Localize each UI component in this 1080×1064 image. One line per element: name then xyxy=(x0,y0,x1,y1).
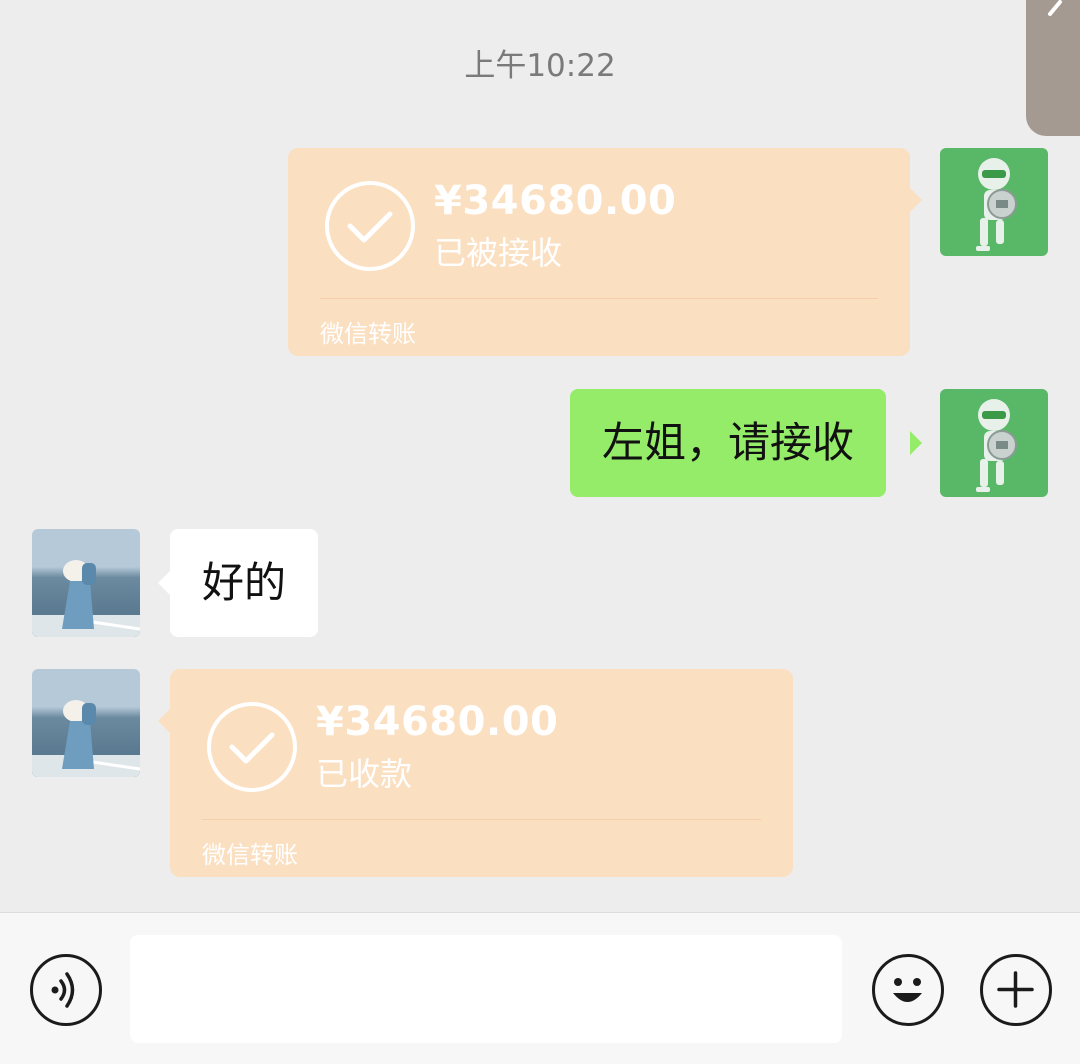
voice-icon xyxy=(51,972,75,1008)
message-timestamp: 上午10:22 xyxy=(464,48,616,84)
voice-button[interactable] xyxy=(30,954,102,1026)
message-bubble-received[interactable]: 好的 xyxy=(170,529,319,637)
more-button[interactable] xyxy=(980,954,1052,1026)
transfer-amount: ¥34680.00 xyxy=(434,178,677,224)
person-photo-icon xyxy=(32,700,140,777)
transfer-divider xyxy=(202,819,761,820)
chat-screen: 上午10:22 ¥34680.00 已被接收 微信转账 左姐，请接收 好的 ¥3… xyxy=(0,0,1080,1064)
plus-icon xyxy=(997,971,1034,1008)
transfer-footer: 微信转账 xyxy=(202,841,298,869)
bubble-tail xyxy=(158,709,170,733)
avatar-contact[interactable] xyxy=(32,529,140,637)
message-bubble-sent[interactable]: 左姐，请接收 xyxy=(570,389,887,497)
bubble-tail xyxy=(158,571,170,595)
avatar-self[interactable] xyxy=(940,148,1048,256)
transfer-amount: ¥34680.00 xyxy=(316,699,559,745)
check-circle-icon xyxy=(325,181,415,271)
robot-avatar-icon xyxy=(976,399,1017,492)
transfer-status: 已收款 xyxy=(316,755,413,793)
emoji-icon xyxy=(893,978,922,1002)
message-input[interactable] xyxy=(130,935,842,1043)
transfer-status: 已被接收 xyxy=(434,234,563,272)
avatar-self[interactable] xyxy=(940,389,1048,497)
transfer-divider xyxy=(320,298,878,299)
robot-avatar-icon xyxy=(976,158,1017,251)
emoji-button[interactable] xyxy=(872,954,944,1026)
transfer-card-received[interactable]: ¥34680.00 已收款 微信转账 xyxy=(170,669,793,877)
transfer-footer: 微信转账 xyxy=(320,320,416,348)
bubble-tail xyxy=(910,188,922,212)
avatar-contact[interactable] xyxy=(32,669,140,777)
bubble-tail xyxy=(910,431,922,455)
check-circle-icon xyxy=(207,702,297,792)
chevron-left-icon xyxy=(1048,0,1062,16)
transfer-card-sent[interactable]: ¥34680.00 已被接收 微信转账 xyxy=(288,148,910,356)
person-photo-icon xyxy=(32,560,140,637)
message-input-bar xyxy=(0,912,1080,1064)
